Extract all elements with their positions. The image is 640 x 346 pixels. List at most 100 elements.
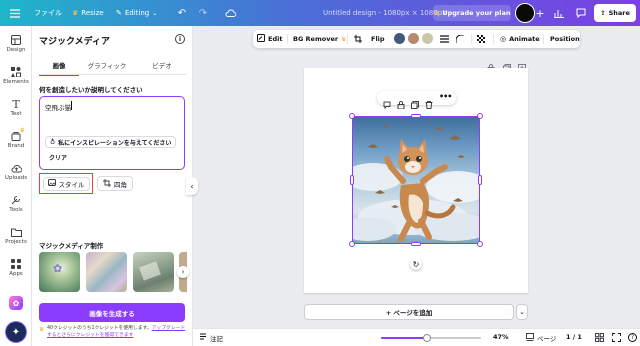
resize-handle-left[interactable]: [350, 175, 354, 185]
magic-media-app-icon[interactable]: ✿: [9, 296, 23, 310]
resize-handle-br[interactable]: [477, 241, 483, 247]
fullscreen-icon[interactable]: [612, 333, 621, 344]
border-style-icon[interactable]: [440, 35, 449, 45]
add-collaborator-icon[interactable]: +: [534, 6, 546, 20]
tab-graphic[interactable]: グラフィック: [82, 60, 132, 70]
menu-icon[interactable]: [9, 7, 21, 19]
rail-item-elements[interactable]: Elements: [0, 66, 32, 85]
chevron-right-icon[interactable]: ›: [177, 266, 189, 278]
comment-add-icon[interactable]: [383, 94, 391, 113]
resize-handle-bottom[interactable]: [411, 242, 421, 246]
crop-icon[interactable]: [354, 35, 362, 45]
cloud-upload-icon: [10, 162, 22, 174]
file-menu[interactable]: ファイル: [34, 0, 62, 26]
trash-icon[interactable]: [425, 94, 433, 113]
pencil-icon: ✎: [116, 9, 122, 17]
transparency-icon[interactable]: [477, 35, 485, 45]
color-swatch-2[interactable]: [408, 33, 419, 44]
comment-icon[interactable]: [575, 7, 587, 19]
edit-button[interactable]: Edit: [257, 34, 282, 44]
notes-button[interactable]: 注記: [199, 333, 223, 343]
cloud-save-icon[interactable]: [224, 7, 236, 19]
rail-item-tools[interactable]: Tools: [0, 194, 32, 213]
folder-icon: [10, 226, 22, 238]
duplicate-page-icon[interactable]: [503, 57, 511, 72]
bottom-bar: 注記 47% ページ 1 / 1 ?: [193, 328, 640, 346]
thumbnail-1[interactable]: ✿: [39, 252, 80, 292]
resize-handle-tl[interactable]: [349, 113, 355, 119]
tab-label: 画像: [52, 62, 66, 70]
pages-button[interactable]: ページ: [526, 333, 556, 343]
upgrade-label: Upgrade your plan: [442, 9, 511, 17]
corner-rounding-icon[interactable]: [455, 34, 464, 45]
clear-label: クリア: [49, 154, 68, 162]
notes-label: 注記: [210, 335, 223, 343]
editing-mode-button[interactable]: ✎ Editing ⌄: [116, 0, 157, 26]
lock-page-icon[interactable]: [487, 57, 495, 73]
clear-button[interactable]: クリア: [45, 151, 71, 163]
share-button[interactable]: ⇪ Share: [594, 4, 636, 22]
upgrade-plan-button[interactable]: ♛ Upgrade your plan: [433, 5, 511, 21]
thumbnail-2[interactable]: [86, 252, 127, 292]
rail-item-uploads[interactable]: Uploads: [0, 162, 32, 181]
inspire-button[interactable]: ♁ 私にインスピレーションを与えてください: [45, 136, 177, 148]
add-page-label: + ページを追加: [385, 309, 433, 317]
avatar[interactable]: [515, 3, 535, 23]
toolbar-divider: [347, 34, 348, 44]
crop-icon: [103, 178, 111, 189]
add-page-icon[interactable]: [518, 57, 526, 72]
generated-flying-cat-image[interactable]: [352, 116, 480, 244]
help-icon[interactable]: ?: [628, 333, 637, 342]
panel-title: マジックメディア: [39, 37, 111, 47]
color-swatch-3[interactable]: [422, 33, 433, 44]
aspect-ratio-button[interactable]: 四角: [97, 176, 133, 191]
collapse-panel-handle[interactable]: ‹: [186, 177, 198, 195]
resize-handle-tr[interactable]: [477, 113, 483, 119]
text-icon: T: [12, 97, 20, 111]
copy-icon[interactable]: [411, 94, 419, 113]
share-label: Share: [608, 9, 630, 17]
rail-item-text[interactable]: T Text: [0, 97, 32, 118]
add-page-button[interactable]: + ページを追加: [304, 304, 514, 320]
edit-image-icon: [257, 34, 265, 44]
rail-label: Uploads: [4, 175, 28, 181]
crown-icon: ♛: [341, 35, 347, 43]
rail-item-apps[interactable]: Apps: [0, 258, 32, 277]
resize-handle-top[interactable]: [411, 114, 421, 118]
grid-view-icon[interactable]: [595, 333, 604, 344]
prompt-value: 空飛ぶ猫: [45, 104, 71, 112]
top-bar: ファイル ♛ Resize ✎ Editing ⌄ ↶ ↷ Untitled d…: [0, 0, 640, 26]
rail-item-projects[interactable]: Projects: [0, 226, 32, 245]
undo-icon[interactable]: ↶: [176, 7, 188, 19]
rotate-handle-icon[interactable]: ↻: [410, 258, 422, 270]
document-title[interactable]: Untitled design - 1080px × 1080px: [323, 0, 446, 26]
generate-image-button[interactable]: 画像を生成する: [39, 303, 185, 322]
color-swatch-1[interactable]: [394, 33, 405, 44]
zoom-slider-thumb[interactable]: [423, 334, 431, 342]
insights-icon[interactable]: [553, 7, 565, 19]
animate-button[interactable]: ◎ Animate: [500, 35, 540, 43]
redo-icon[interactable]: ↷: [197, 7, 209, 19]
zoom-level[interactable]: 47%: [493, 333, 509, 341]
tab-video[interactable]: ビデオ: [142, 60, 182, 70]
thumbnail-3[interactable]: [133, 252, 174, 292]
element-toolbar: •••: [377, 91, 456, 110]
rail-item-brand[interactable]: ♛ Brand: [0, 127, 32, 149]
flip-button[interactable]: Flip: [371, 35, 385, 43]
prompt-field[interactable]: 空飛ぶ猫 ♁ 私にインスピレーションを与えてください クリア: [39, 96, 185, 170]
magic-assistant-icon[interactable]: ✦: [6, 322, 26, 342]
add-page-dropdown[interactable]: ⌄: [516, 304, 528, 320]
zoom-slider-track[interactable]: [381, 334, 481, 342]
resize-button[interactable]: ♛ Resize: [72, 0, 104, 26]
tab-label: グラフィック: [87, 62, 127, 70]
more-options-icon[interactable]: •••: [439, 92, 452, 101]
bg-remover-button[interactable]: BG Remover ♛: [293, 35, 346, 43]
style-label: スタイル: [58, 180, 85, 189]
resize-handle-bl[interactable]: [349, 241, 355, 247]
info-icon[interactable]: i: [175, 34, 185, 44]
lock-icon[interactable]: [397, 94, 405, 113]
rail-item-design[interactable]: Design: [0, 34, 32, 53]
style-button[interactable]: スタイル: [39, 173, 93, 194]
resize-handle-right[interactable]: [478, 175, 482, 185]
position-button[interactable]: Position: [550, 35, 580, 43]
